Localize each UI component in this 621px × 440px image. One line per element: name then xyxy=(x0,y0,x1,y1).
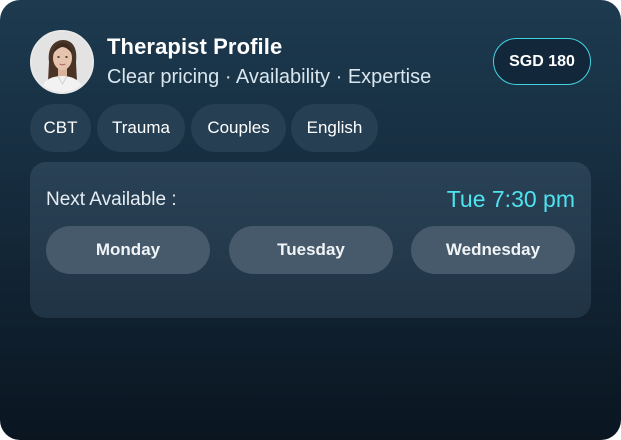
therapist-profile-card: Therapist Profile Clear pricing · Availa… xyxy=(0,0,621,440)
next-available-time: Tue 7:30 pm xyxy=(446,186,575,212)
profile-subtitle: Clear pricing · Availability · Expertise xyxy=(107,66,432,88)
day-button-wednesday[interactable]: Wednesday xyxy=(411,226,575,274)
next-available-label: Next Available : xyxy=(46,189,177,210)
portrait-image xyxy=(32,32,92,92)
day-button-tuesday[interactable]: Tuesday xyxy=(229,226,393,274)
availability-panel: Next Available : Tue 7:30 pm Monday Tues… xyxy=(30,162,591,318)
tag-couples[interactable]: Couples xyxy=(191,104,286,152)
price-badge: SGD 180 xyxy=(493,38,591,85)
tag-english[interactable]: English xyxy=(291,104,378,152)
day-button-monday[interactable]: Monday xyxy=(46,226,210,274)
tag-cbt[interactable]: CBT xyxy=(30,104,91,152)
tag-trauma[interactable]: Trauma xyxy=(97,104,185,152)
therapist-avatar xyxy=(30,30,94,94)
profile-title: Therapist Profile xyxy=(107,34,283,59)
